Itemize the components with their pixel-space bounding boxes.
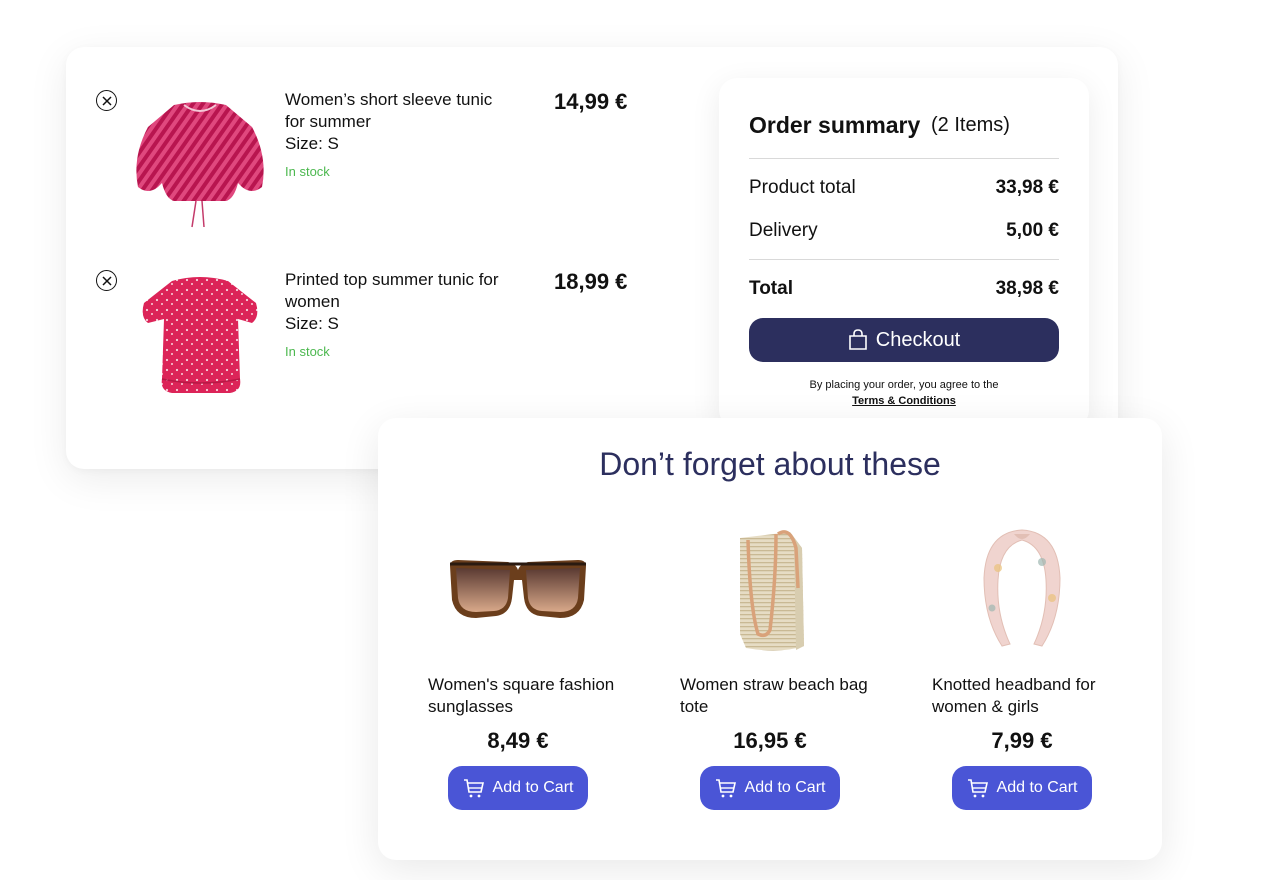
product-image-straw-bag — [740, 530, 804, 651]
add-to-cart-button[interactable]: Add to Cart — [700, 766, 840, 810]
cart-item-price: 14,99 € — [554, 89, 628, 114]
recommended-product-price: 7,99 € — [991, 728, 1053, 753]
terms-notice: By placing your order, you agree to the … — [749, 377, 1059, 409]
cart-item: Printed top summer tunic for women Size:… — [96, 267, 656, 417]
checkout-button[interactable]: Checkout — [749, 318, 1059, 362]
cart-icon — [967, 779, 988, 798]
product-total-value: 33,98 € — [995, 177, 1059, 198]
add-to-cart-button[interactable]: Add to Cart — [448, 766, 588, 810]
recommended-product: Women's square fashion sunglasses 8,49 €… — [428, 518, 658, 818]
cart-item: Women’s short sleeve tunic for summer Si… — [96, 87, 656, 237]
add-to-cart-label: Add to Cart — [744, 779, 826, 796]
recommended-product: Women straw beach bag tote 16,95 € Add t… — [680, 518, 910, 818]
terms-text: By placing your order, you agree to the — [809, 379, 999, 391]
product-image-printed-top — [142, 277, 258, 393]
product-total-label: Product total — [749, 177, 856, 198]
close-icon — [101, 95, 112, 106]
remove-item-button[interactable] — [96, 270, 117, 291]
total-value: 38,98 € — [995, 278, 1059, 299]
order-summary-panel: Order summary (2 Items) Product total 33… — [719, 78, 1089, 428]
cart-icon — [715, 779, 736, 798]
cart-item-size: Size: S — [285, 314, 339, 333]
cart-item-name[interactable]: Printed top summer tunic for women — [285, 269, 515, 313]
recommendations-panel: Don’t forget about these Women's square … — [378, 418, 1162, 860]
delivery-label: Delivery — [749, 220, 818, 241]
cart-item-info: Women’s short sleeve tunic for summer Si… — [285, 89, 515, 179]
cart-item-price: 18,99 € — [554, 269, 628, 294]
shopping-bag-icon — [848, 329, 867, 350]
recommended-product-price: 16,95 € — [733, 728, 807, 753]
product-image-striped-blouse — [136, 102, 264, 228]
stock-status: In stock — [285, 164, 330, 179]
cart-icon — [463, 779, 484, 798]
checkout-label: Checkout — [875, 328, 961, 351]
recommended-product: Knotted headband for women & girls 7,99 … — [932, 518, 1162, 818]
divider — [749, 259, 1059, 260]
delivery-value: 5,00 € — [1006, 220, 1059, 241]
product-total-row: Product total 33,98 € — [749, 177, 1059, 199]
divider — [749, 158, 1059, 159]
add-to-cart-label: Add to Cart — [996, 779, 1078, 796]
add-to-cart-button[interactable]: Add to Cart — [952, 766, 1092, 810]
recommended-product-price: 8,49 € — [487, 728, 549, 753]
product-image-sunglasses — [450, 560, 586, 618]
recommended-product-name[interactable]: Women straw beach bag tote — [680, 674, 880, 718]
cart-item-name[interactable]: Women’s short sleeve tunic for summer — [285, 89, 515, 133]
product-image-headband — [983, 529, 1061, 647]
delivery-row: Delivery 5,00 € — [749, 220, 1059, 242]
item-count: (2 Items) — [931, 114, 1010, 136]
remove-item-button[interactable] — [96, 90, 117, 111]
cart-item-size: Size: S — [285, 134, 339, 153]
total-label: Total — [749, 278, 793, 299]
recommended-product-name[interactable]: Women's square fashion sunglasses — [428, 674, 628, 718]
total-row: Total 38,98 € — [749, 278, 1059, 300]
order-summary-title: Order summary — [749, 112, 921, 138]
stock-status: In stock — [285, 344, 330, 359]
recommended-product-name[interactable]: Knotted headband for women & girls — [932, 674, 1132, 718]
add-to-cart-label: Add to Cart — [492, 779, 574, 796]
close-icon — [101, 275, 112, 286]
cart-item-info: Printed top summer tunic for women Size:… — [285, 269, 515, 359]
terms-link[interactable]: Terms & Conditions — [749, 393, 1059, 409]
recommendations-title: Don’t forget about these — [599, 446, 941, 482]
